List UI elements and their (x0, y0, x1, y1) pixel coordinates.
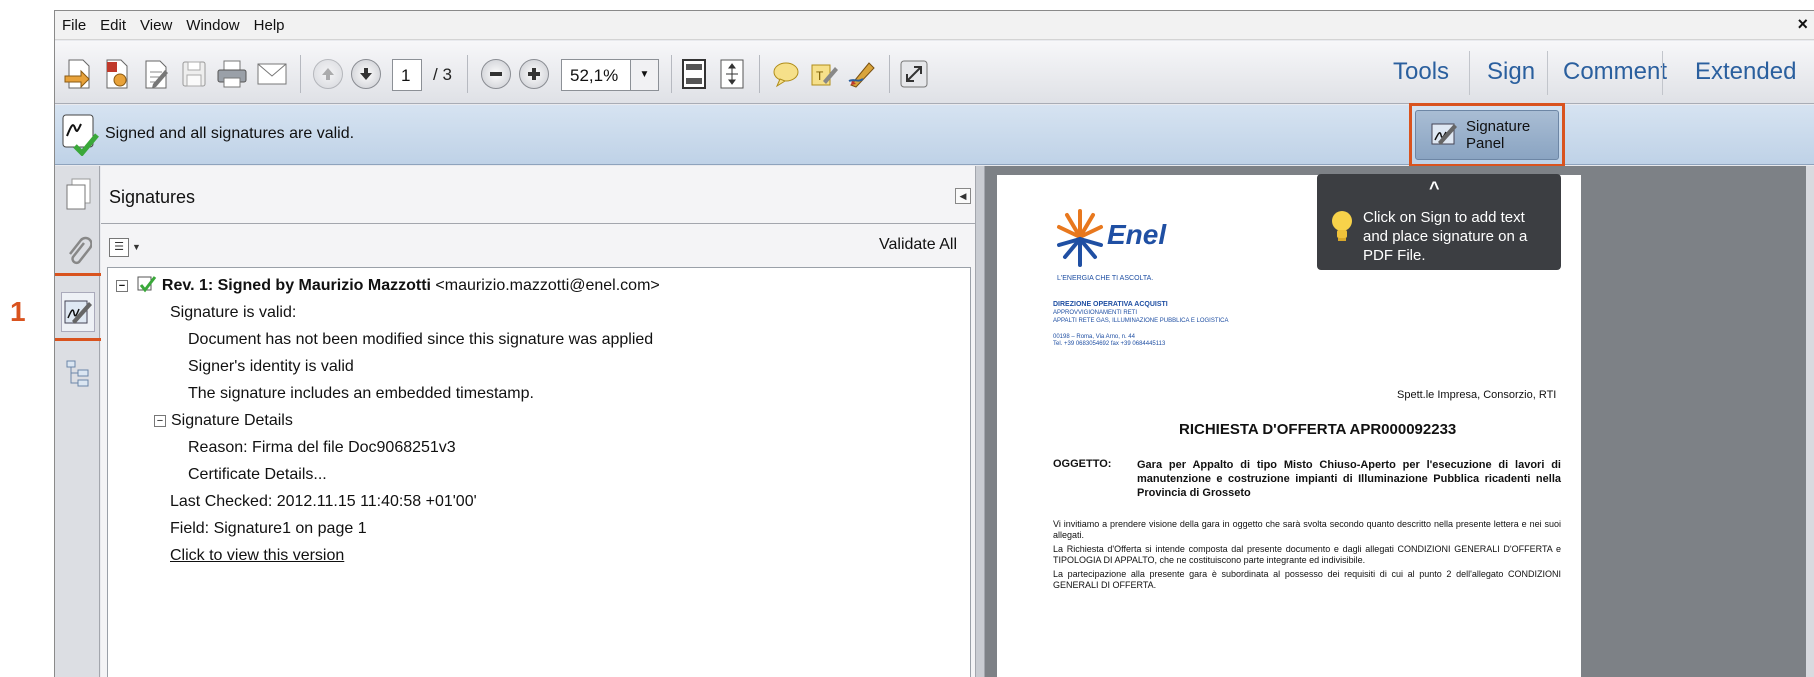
page-down-icon[interactable] (349, 57, 383, 91)
page-number-input[interactable]: 1 (392, 59, 422, 91)
zoom-out-icon[interactable] (479, 57, 513, 91)
doc-oggetto-text: Gara per Appalto di tipo Misto Chiuso-Ap… (1137, 459, 1561, 499)
vertical-scrollbar[interactable] (1806, 166, 1814, 677)
signature-tree: − Rev. 1: Signed by Maurizio Mazzotti <m… (107, 267, 971, 677)
sign-pen-icon[interactable] (845, 57, 879, 91)
doc-dept: DIREZIONE OPERATIVA ACQUISTI (1053, 301, 1168, 308)
fit-page-icon[interactable] (677, 57, 711, 91)
close-icon[interactable]: × (1797, 14, 1808, 35)
validate-all-button[interactable]: Validate All (879, 236, 957, 254)
revision-signer: Rev. 1: Signed by Maurizio Mazzotti (161, 277, 431, 294)
signature-status-bar: Signed and all signatures are valid. Sig… (55, 103, 1814, 167)
tab-tools[interactable]: Tools (1393, 58, 1449, 86)
navigation-sidebar (55, 166, 100, 677)
menu-view[interactable]: View (133, 11, 179, 34)
tab-extended[interactable]: Extended (1695, 58, 1796, 86)
signatures-panel: Signatures ◀ ☰ ▼ Validate All − Rev. 1: … (101, 166, 975, 677)
doc-address: 00198 – Roma, Via Arno, n. 44 (1053, 334, 1135, 340)
doc-recipient: Spett.le Impresa, Consorzio, RTI (1397, 389, 1557, 401)
page-total: / 3 (433, 65, 452, 84)
panel-title: Signatures (109, 187, 196, 207)
signature-details-label: Signature Details (171, 412, 293, 429)
print-icon[interactable] (215, 57, 249, 91)
svg-text:T: T (816, 69, 824, 83)
chevron-down-icon[interactable]: ▼ (630, 60, 658, 90)
tree-row-not-modified: Document has not been modified since thi… (188, 331, 654, 348)
sign-tooltip: ^ Click on Sign to add text and place si… (1317, 174, 1561, 270)
fit-width-icon[interactable] (715, 57, 749, 91)
panel-header: Signatures ◀ (101, 166, 975, 224)
list-options-icon: ☰ (109, 237, 129, 257)
form-icon[interactable] (139, 57, 173, 91)
pages-icon[interactable] (61, 174, 95, 214)
enel-logo-text: Enel (1107, 219, 1167, 250)
highlight-icon[interactable]: T (807, 57, 841, 91)
enel-logo: Enel (1055, 207, 1166, 269)
tab-sign[interactable]: Sign (1487, 58, 1535, 86)
attachment-icon[interactable] (61, 232, 95, 272)
edit-pdf-icon[interactable] (100, 57, 134, 91)
signature-status-message: Signed and all signatures are valid. (105, 125, 355, 142)
zoom-in-icon[interactable] (517, 57, 551, 91)
doc-paragraph-1: Vi invitiamo a prendere visione della ga… (1053, 519, 1561, 540)
collapse-icon[interactable]: − (116, 280, 128, 292)
create-pdf-icon[interactable] (61, 57, 95, 91)
tree-row-identity-valid: Signer's identity is valid (188, 358, 354, 375)
tooltip-text: Click on Sign to add text and place sign… (1363, 209, 1528, 264)
view-version-link[interactable]: Click to view this version (170, 547, 344, 565)
chevron-up-icon: ^ (1429, 178, 1440, 198)
comment-icon[interactable] (769, 57, 803, 91)
lightbulb-icon (1329, 208, 1355, 248)
save-icon[interactable] (177, 57, 211, 91)
doc-oggetto-label: OGGETTO: (1053, 458, 1112, 470)
menu-window[interactable]: Window (179, 11, 246, 34)
doc-paragraph-2: La Richiesta d'Offerta si intende compos… (1053, 544, 1561, 565)
panel-toolbar: ☰ ▼ Validate All (101, 225, 975, 267)
revision-email: <maurizio.mazzotti@enel.com> (435, 277, 660, 294)
toolbar: 1 / 3 52,1% ▼ T Tools Sign Comment Exten… (55, 41, 1814, 104)
panel-splitter[interactable] (975, 166, 985, 677)
tree-row-reason: Reason: Firma del file Doc9068251v3 (188, 439, 456, 456)
tree-row-certificate-details[interactable]: Certificate Details... (188, 466, 327, 484)
collapse-icon[interactable]: − (154, 415, 166, 427)
zoom-select[interactable]: 52,1% ▼ (561, 59, 659, 91)
chevron-down-icon: ▼ (132, 242, 141, 252)
menu-bar: File Edit View Window Help × (55, 11, 1814, 40)
layers-icon[interactable] (61, 354, 95, 394)
enel-tagline: L'ENERGIA CHE TI ASCOLTA. (1057, 275, 1154, 282)
valid-signature-icon (137, 276, 161, 294)
doc-heading: RICHIESTA D'OFFERTA APR000092233 (1179, 421, 1457, 438)
highlight-box-signatures-tab (55, 273, 107, 341)
fullscreen-icon[interactable] (897, 57, 931, 91)
menu-edit[interactable]: Edit (93, 11, 133, 34)
tree-row-last-checked: Last Checked: 2012.11.15 11:40:58 +01'00… (170, 493, 477, 510)
zoom-value: 52,1% (570, 66, 619, 85)
acrobat-window: File Edit View Window Help × 1 / 3 52,1%… (54, 10, 1814, 677)
highlight-box-signature-panel (1409, 103, 1565, 167)
tree-row-revision[interactable]: − Rev. 1: Signed by Maurizio Mazzotti <m… (116, 275, 660, 295)
signature-icon (61, 112, 101, 161)
tree-row-signature-valid: Signature is valid: (170, 304, 297, 321)
email-icon[interactable] (255, 57, 289, 91)
menu-help[interactable]: Help (247, 11, 292, 34)
collapse-panel-button[interactable]: ◀ (955, 188, 971, 204)
doc-dept-sub1: APPROVVIGIONAMENTI RETI (1053, 310, 1138, 316)
doc-dept-sub2: APPALTI RETE GAS, ILLUMINAZIONE PUBBLICA… (1053, 318, 1229, 324)
page-up-icon[interactable] (311, 57, 345, 91)
tab-comment[interactable]: Comment (1563, 58, 1667, 86)
tree-row-field: Field: Signature1 on page 1 (170, 520, 367, 537)
menu-file[interactable]: File (55, 11, 93, 34)
options-menu-button[interactable]: ☰ ▼ (109, 236, 145, 258)
doc-paragraph-3: La partecipazione alla presente gara è s… (1053, 569, 1561, 590)
doc-phone: Tel. +39 0683054692 fax +39 0684445113 (1053, 341, 1166, 347)
callout-number-1: 1 (10, 296, 26, 327)
tree-row-timestamp: The signature includes an embedded times… (188, 385, 534, 402)
tree-row-signature-details[interactable]: − Signature Details (154, 412, 293, 430)
